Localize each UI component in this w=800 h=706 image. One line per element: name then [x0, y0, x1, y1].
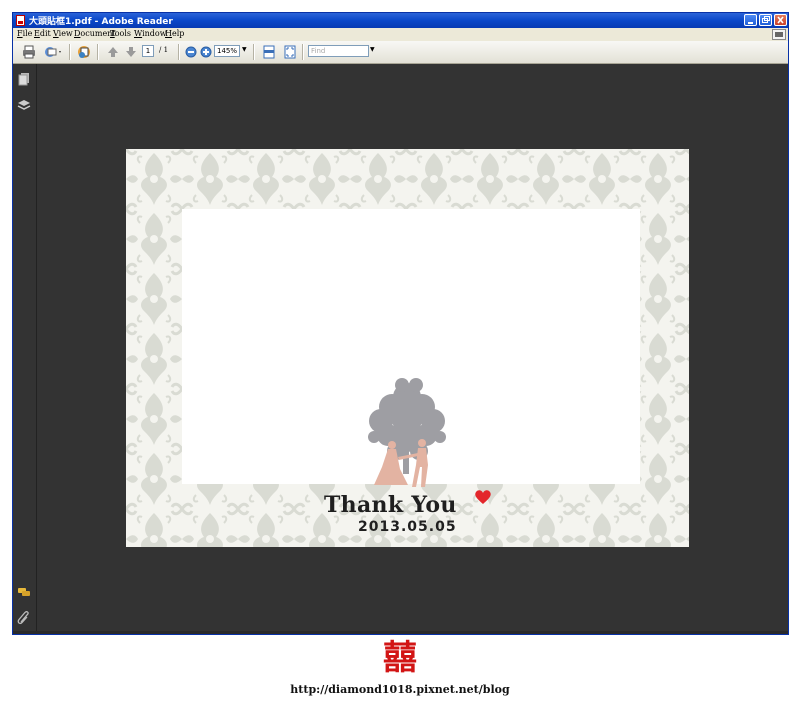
- find-dropdown-icon[interactable]: ▼: [370, 46, 375, 53]
- create-pdf-icon[interactable]: [76, 44, 92, 60]
- print-icon[interactable]: [21, 44, 37, 60]
- attachments-panel-icon[interactable]: [17, 611, 31, 625]
- reader-window: 大頭貼框1.pdf - Adobe Reader File Edit View …: [12, 12, 789, 635]
- pdf-page: Thank You 2013.05.05: [126, 149, 689, 547]
- find-input[interactable]: Find: [308, 45, 369, 57]
- title-bar[interactable]: 大頭貼框1.pdf - Adobe Reader: [13, 13, 788, 28]
- minimize-button[interactable]: [744, 14, 757, 26]
- menu-file[interactable]: File: [17, 29, 32, 38]
- close-button[interactable]: [774, 14, 787, 26]
- adobe-logo-icon: [772, 29, 786, 40]
- toolbar-separator: [69, 44, 71, 60]
- blog-url: http://diamond1018.pixnet.net/blog: [290, 683, 510, 696]
- layers-panel-icon[interactable]: [17, 98, 31, 112]
- restore-button[interactable]: [759, 14, 772, 26]
- pdf-file-icon: [16, 15, 25, 26]
- toolbar-separator: [302, 44, 304, 60]
- toolbar: 1 / 1 145% ▼ Find ▼: [13, 41, 788, 64]
- menu-tools[interactable]: Tools: [110, 29, 131, 38]
- fit-width-icon[interactable]: [261, 44, 277, 60]
- horizontal-scrollbar[interactable]: [13, 631, 788, 634]
- document-viewer[interactable]: Thank You 2013.05.05: [13, 64, 788, 634]
- page-number-input[interactable]: 1: [142, 45, 154, 57]
- zoom-dropdown-icon[interactable]: ▼: [242, 46, 247, 53]
- toolbar-separator: [97, 44, 99, 60]
- menu-window[interactable]: Window: [134, 29, 167, 38]
- previous-page-icon[interactable]: [105, 44, 121, 60]
- menu-bar: File Edit View Document Tools Window Hel…: [13, 28, 788, 41]
- toolbar-separator: [178, 44, 180, 60]
- page-total-label: / 1: [159, 46, 169, 54]
- email-icon[interactable]: [43, 44, 61, 60]
- pages-panel-icon[interactable]: [17, 72, 31, 86]
- thank-you-text: Thank You: [324, 492, 457, 518]
- toolbar-separator: [253, 44, 255, 60]
- window-title: 大頭貼框1.pdf - Adobe Reader: [29, 17, 173, 27]
- comments-panel-icon[interactable]: [17, 585, 31, 599]
- menu-help[interactable]: Help: [165, 29, 184, 38]
- fit-page-icon[interactable]: [282, 44, 298, 60]
- next-page-icon[interactable]: [123, 44, 139, 60]
- menu-edit[interactable]: Edit: [34, 29, 51, 38]
- zoom-out-icon[interactable]: [183, 44, 199, 60]
- menu-view[interactable]: View: [53, 29, 73, 38]
- navigation-panel: [13, 64, 37, 634]
- heart-icon: [475, 490, 491, 504]
- zoom-in-icon[interactable]: [198, 44, 214, 60]
- damask-pattern: [126, 149, 689, 547]
- double-happiness-mark: 囍: [383, 638, 417, 678]
- date-text: 2013.05.05: [358, 519, 457, 535]
- zoom-level-input[interactable]: 145%: [214, 45, 240, 57]
